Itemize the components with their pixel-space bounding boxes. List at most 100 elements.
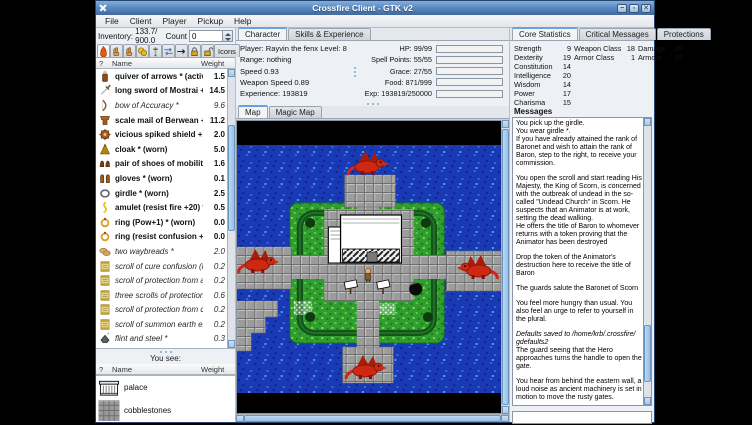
inventory-item[interactable]: scale mail of Berwean +211.2 (96, 113, 227, 128)
title-bar[interactable]: Crossfire Client - GTK v2 − ▫ ✕ (96, 1, 654, 15)
scroll-icon (98, 274, 112, 287)
map-creature[interactable] (409, 283, 422, 296)
minimize-button[interactable]: − (617, 4, 627, 13)
item-name: flint and steel * (115, 334, 203, 343)
map-player-character[interactable] (365, 268, 370, 282)
filter-tab-applied[interactable] (110, 44, 123, 57)
scroll-left-icon[interactable] (236, 415, 244, 422)
menu-player[interactable]: Player (157, 16, 191, 26)
speed-line: Speed 0.93 (240, 67, 352, 76)
scroll-up-icon[interactable] (228, 69, 235, 77)
column-flag[interactable]: ? (96, 365, 112, 374)
item-weight: 0.0 (203, 232, 225, 241)
maximize-button[interactable]: ▫ (629, 4, 639, 13)
messages-log: You pick up the girdle. You wear girdle … (513, 118, 643, 405)
message: If you have already attained the rank of… (516, 136, 642, 168)
count-input[interactable] (190, 31, 222, 41)
inventory-item[interactable]: long sword of Mostrai +314.5 (96, 84, 227, 99)
column-weight[interactable]: Weight (201, 59, 235, 68)
item-weight: 0.2 (203, 276, 225, 285)
column-name[interactable]: Name (112, 59, 201, 68)
item-name: two waybreads * (115, 247, 203, 256)
stat-value: 1 (624, 53, 638, 62)
column-weight[interactable]: Weight (201, 365, 235, 374)
tab-skills-experience[interactable]: Skills & Experience (288, 28, 370, 40)
tab-core-statistics[interactable]: Core Statistics (512, 27, 578, 40)
filter-tab-locked[interactable] (188, 44, 201, 57)
scrollbar-thumb[interactable] (244, 415, 501, 422)
look-item[interactable]: cobblestones (96, 399, 235, 422)
inventory-item[interactable]: scroll of protection from attac0.2 (96, 273, 227, 288)
item-name: palace (124, 383, 233, 392)
waybread-icon (98, 245, 112, 258)
inventory-item[interactable]: two waybreads *2.0 (96, 244, 227, 259)
filter-tab-nonmagical[interactable] (175, 44, 188, 57)
filter-tab-magical[interactable] (162, 44, 175, 57)
filter-tab-unpaid[interactable] (136, 44, 149, 57)
scrollbar-thumb[interactable] (644, 325, 651, 382)
menu-help[interactable]: Help (229, 16, 256, 26)
item-name: vicious spiked shield +1 (115, 130, 203, 139)
message: You pick up the girdle. (516, 120, 642, 128)
stat-value: 20 (558, 71, 574, 80)
inventory-item[interactable]: ring (resist confusion +2!0.0 (96, 230, 227, 245)
scrollbar-thumb[interactable] (228, 125, 235, 231)
scroll-up-icon[interactable] (502, 120, 509, 128)
scroll-icon (98, 289, 112, 302)
menu-pickup[interactable]: Pickup (193, 16, 229, 26)
item-name: scale mail of Berwean +2 (115, 116, 203, 125)
scrollbar-thumb[interactable] (502, 129, 509, 405)
filter-tab-cursed[interactable] (149, 44, 162, 57)
inventory-scrollbar[interactable] (227, 69, 235, 348)
look-item[interactable]: palace (96, 376, 235, 399)
inventory-item[interactable]: cloak * (worn)5.0 (96, 142, 227, 157)
item-name: ring (Pow+1) * (worn) (115, 218, 203, 227)
inventory-item[interactable]: scroll of protection from canc0.2 (96, 303, 227, 318)
inventory-item[interactable]: vicious spiked shield +12.0 (96, 127, 227, 142)
inventory-item[interactable]: gloves * (worn)0.1 (96, 171, 227, 186)
tab-critical-messages[interactable]: Critical Messages (579, 28, 656, 40)
command-input[interactable] (512, 411, 652, 424)
tab-magic-map[interactable]: Magic Map (269, 106, 322, 118)
messages-scrollbar[interactable] (643, 118, 651, 405)
filter-tab-unlocked[interactable] (201, 44, 214, 57)
column-flag[interactable]: ? (96, 59, 112, 68)
inventory-item[interactable]: pair of shoes of mobility1.6 (96, 157, 227, 172)
tab-character[interactable]: Character (238, 27, 287, 40)
inventory-item[interactable]: flint and steel *0.3 (96, 332, 227, 347)
range-line: Range: nothing (240, 55, 352, 64)
inventory-item[interactable]: quiver of arrows * (activ1.5 (96, 69, 227, 84)
stat-label: Armour (638, 53, 672, 62)
spin-down-icon[interactable] (223, 36, 232, 41)
inventory-item[interactable]: girdle * (worn)2.5 (96, 186, 227, 201)
item-weight: 0.3 (203, 334, 225, 343)
menu-file[interactable]: File (100, 16, 124, 26)
close-button[interactable]: ✕ (641, 4, 651, 13)
filter-tab-all[interactable] (97, 44, 110, 57)
inventory-item[interactable]: scroll of cure confusion (lvl 70.2 (96, 259, 227, 274)
ring-icon (98, 216, 112, 229)
inventory-item[interactable]: bow of Accuracy *9.6 (96, 98, 227, 113)
crossfire-client-window: Crossfire Client - GTK v2 − ▫ ✕ File Cli… (95, 0, 655, 423)
scroll-right-icon[interactable] (501, 415, 509, 422)
filter-tab-unapplied[interactable] (123, 44, 136, 57)
quiver-icon (98, 70, 112, 83)
tab-map[interactable]: Map (238, 105, 268, 118)
game-map-canvas[interactable] (236, 120, 501, 414)
inventory-item[interactable]: amulet (resist fire +20) *0.5 (96, 200, 227, 215)
count-spinner[interactable] (189, 30, 233, 42)
scroll-down-icon[interactable] (228, 340, 235, 348)
message: You feel more hungry than usual. You als… (516, 300, 642, 324)
tab-protections[interactable]: Protections (657, 28, 711, 40)
map-vertical-scrollbar[interactable] (501, 120, 509, 414)
map-horizontal-scrollbar[interactable] (236, 414, 509, 422)
inventory-item[interactable]: scroll of summon earth elem0.2 (96, 317, 227, 332)
inventory-item[interactable]: three scrolls of protection fr0.6 (96, 288, 227, 303)
menu-client[interactable]: Client (125, 16, 157, 26)
scroll-down-icon[interactable] (644, 397, 651, 405)
scroll-down-icon[interactable] (502, 406, 509, 414)
inventory-item[interactable]: ring (Pow+1) * (worn)0.0 (96, 215, 227, 230)
scroll-up-icon[interactable] (644, 118, 651, 126)
item-weight: 0.1 (203, 174, 225, 183)
column-name[interactable]: Name (112, 365, 201, 374)
